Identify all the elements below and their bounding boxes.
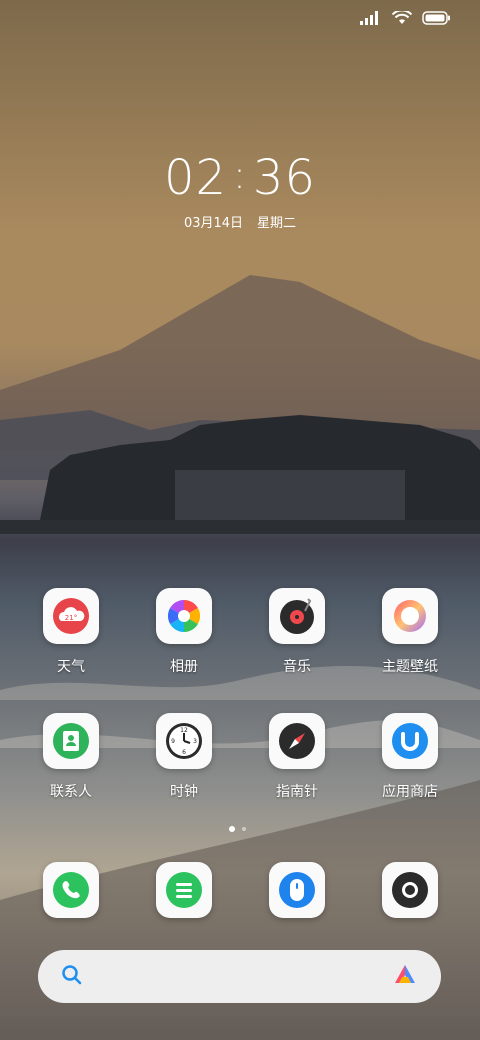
app-music[interactable]: 音乐 (241, 588, 353, 676)
app-label: 相册 (170, 659, 198, 675)
clock-widget[interactable]: 02 : 36 03月14日 星期二 (0, 150, 480, 231)
clock-icon: 12 3 6 9 (156, 713, 212, 769)
weekday-label: 星期二 (257, 216, 297, 231)
signal-icon (360, 10, 382, 29)
search-icon (60, 963, 84, 991)
date-label: 03月14日 (183, 216, 244, 231)
music-icon (269, 588, 325, 644)
dock-camera[interactable] (354, 862, 466, 918)
status-bar (360, 9, 450, 29)
app-label: 天气 (57, 659, 85, 675)
battery-icon (422, 10, 450, 29)
app-weather[interactable]: 21° 天气 (15, 588, 127, 676)
weather-icon: 21° (43, 588, 99, 644)
gallery-icon (156, 588, 212, 644)
camera-icon (382, 862, 438, 918)
browser-icon (269, 862, 325, 918)
dock-browser[interactable] (241, 862, 353, 918)
app-clock[interactable]: 12 3 6 9 时钟 (128, 713, 240, 801)
dock-phone[interactable] (15, 862, 127, 918)
page-indicator-inactive[interactable] (242, 827, 246, 831)
app-label: 音乐 (283, 659, 311, 675)
clock-hour: 02 (164, 150, 228, 206)
app-compass[interactable]: 指南针 (241, 713, 353, 801)
wifi-icon (391, 9, 413, 29)
themes-icon (382, 588, 438, 644)
app-label: 联系人 (50, 784, 92, 800)
search-bar[interactable] (38, 950, 441, 1003)
app-store-icon (382, 713, 438, 769)
assistant-icon[interactable] (391, 963, 419, 991)
app-label: 指南针 (276, 784, 318, 800)
svg-text:21°: 21° (65, 614, 77, 622)
clock-minute: 36 (252, 150, 316, 206)
svg-text:3: 3 (193, 738, 197, 745)
dock-messages[interactable] (128, 862, 240, 918)
svg-text:6: 6 (182, 749, 186, 756)
messages-icon (156, 862, 212, 918)
app-store[interactable]: 应用商店 (354, 713, 466, 801)
app-label: 应用商店 (382, 784, 438, 800)
compass-icon (269, 713, 325, 769)
phone-icon (43, 862, 99, 918)
svg-text:12: 12 (180, 727, 188, 734)
app-label: 主题壁纸 (382, 659, 438, 675)
app-themes[interactable]: 主题壁纸 (354, 588, 466, 676)
app-label: 时钟 (170, 784, 198, 800)
svg-text:9: 9 (171, 738, 175, 745)
app-gallery[interactable]: 相册 (128, 588, 240, 676)
clock-separator: : (233, 153, 247, 197)
contacts-icon (43, 713, 99, 769)
app-contacts[interactable]: 联系人 (15, 713, 127, 801)
page-indicator-active[interactable] (229, 826, 235, 832)
